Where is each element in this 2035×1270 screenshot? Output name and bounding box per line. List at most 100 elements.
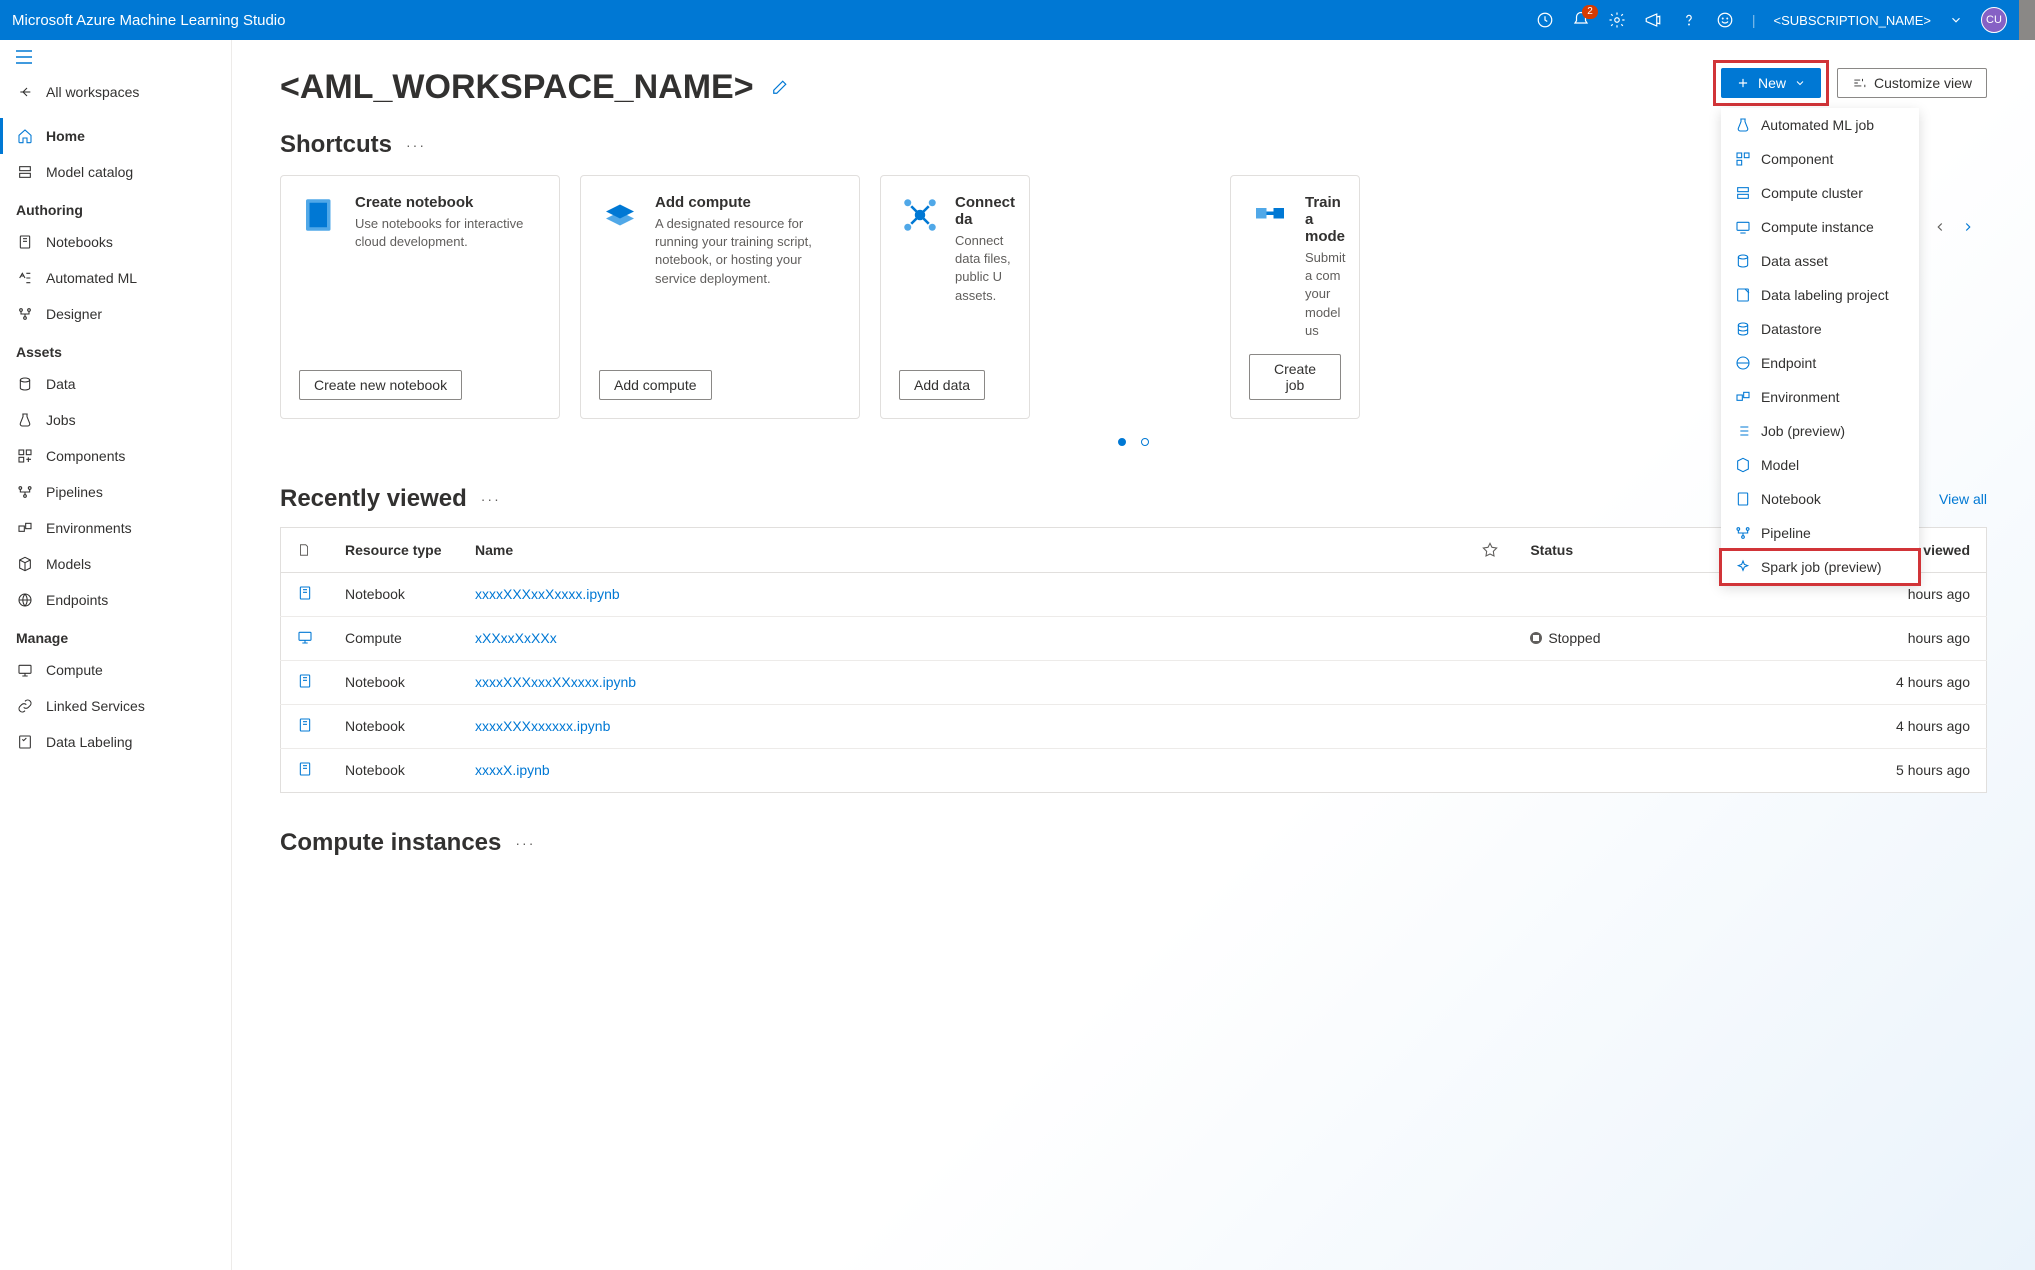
pager-dot-1[interactable] [1118, 438, 1126, 446]
row-type: Notebook [329, 572, 459, 616]
designer-icon [16, 305, 34, 323]
dd-compute-cluster[interactable]: Compute cluster [1721, 176, 1919, 210]
sidebar-data-labeling[interactable]: Data Labeling [0, 724, 231, 760]
grid-icon [1735, 151, 1751, 167]
more-icon[interactable]: ··· [481, 491, 501, 507]
dd-component[interactable]: Component [1721, 142, 1919, 176]
row-status [1514, 572, 1616, 616]
dd-data-labeling-project[interactable]: Data labeling project [1721, 278, 1919, 312]
hamburger-icon[interactable] [0, 40, 231, 74]
add-data-button[interactable]: Add data [899, 370, 985, 400]
sidebar-section-authoring: Authoring [0, 190, 231, 224]
create-notebook-button[interactable]: Create new notebook [299, 370, 462, 400]
view-all-link[interactable]: View all [1939, 491, 1987, 507]
arrow-left-icon [16, 83, 34, 101]
dd-spark-job-preview[interactable]: Spark job (preview) [1721, 550, 1919, 584]
sidebar-designer[interactable]: Designer [0, 296, 231, 332]
notebook-card-icon [299, 194, 341, 236]
sidebar-environments[interactable]: Environments [0, 510, 231, 546]
server-icon [1735, 185, 1751, 201]
row-name-link[interactable]: xxxxX.ipynb [475, 762, 550, 778]
dd-compute-instance[interactable]: Compute instance [1721, 210, 1919, 244]
sidebar-models[interactable]: Models [0, 546, 231, 582]
more-icon[interactable]: ··· [406, 137, 426, 153]
dd-datastore[interactable]: Datastore [1721, 312, 1919, 346]
sidebar-components[interactable]: Components [0, 438, 231, 474]
dd-endpoint[interactable]: Endpoint [1721, 346, 1919, 380]
notifications-icon[interactable]: 2 [1572, 11, 1590, 29]
table-row[interactable]: ComputexXXxxXxXXxStoppedhours ago [281, 616, 1987, 660]
top-header: Microsoft Azure Machine Learning Studio … [0, 0, 2035, 40]
create-job-button[interactable]: Create job [1249, 354, 1341, 400]
pager-dot-2[interactable] [1141, 438, 1149, 446]
customize-view-button[interactable]: Customize view [1837, 68, 1987, 98]
dd-notebook[interactable]: Notebook [1721, 482, 1919, 516]
sidebar-notebooks[interactable]: Notebooks [0, 224, 231, 260]
sidebar-data[interactable]: Data [0, 366, 231, 402]
row-name-link[interactable]: xxxxXXXxxxXXxxxx.ipynb [475, 674, 636, 690]
sidebar-section-manage: Manage [0, 618, 231, 652]
dd-environment[interactable]: Environment [1721, 380, 1919, 414]
edit-icon[interactable] [770, 79, 788, 97]
labeling-icon [16, 733, 34, 751]
sidebar-section-assets: Assets [0, 332, 231, 366]
more-icon[interactable]: ··· [515, 835, 535, 851]
sidebar-compute[interactable]: Compute [0, 652, 231, 688]
card-create-notebook: Create notebookUse notebooks for interac… [280, 175, 560, 419]
environments-icon [16, 519, 34, 537]
col-star[interactable] [1466, 527, 1514, 572]
sidebar-home[interactable]: Home [0, 118, 231, 154]
row-name-link[interactable]: xxxxXXXxxxxxx.ipynb [475, 718, 610, 734]
sidebar-endpoints[interactable]: Endpoints [0, 582, 231, 618]
chevron-down-icon[interactable] [1949, 13, 1963, 27]
new-button[interactable]: New [1721, 68, 1821, 98]
row-type: Notebook [329, 748, 459, 792]
row-status: Stopped [1514, 616, 1616, 660]
card-connect-data: Connect daConnect data files, public U a… [880, 175, 1030, 419]
connect-data-card-icon [899, 194, 941, 236]
dd-automated-ml-job[interactable]: Automated ML job [1721, 108, 1919, 142]
row-type-icon [297, 717, 313, 733]
cube-icon [1735, 457, 1751, 473]
add-compute-button[interactable]: Add compute [599, 370, 712, 400]
row-type-icon [297, 585, 313, 601]
sidebar-automated-ml[interactable]: Automated ML [0, 260, 231, 296]
row-name-link[interactable]: xXXxxXxXXx [475, 630, 557, 646]
notification-badge: 2 [1582, 5, 1598, 19]
sidebar-model-catalog[interactable]: Model catalog [0, 154, 231, 190]
row-last-viewed: 4 hours ago [1867, 660, 1987, 704]
col-resource-type[interactable]: Resource type [329, 527, 459, 572]
sidebar-all-workspaces[interactable]: All workspaces [0, 74, 231, 110]
table-row[interactable]: NotebookxxxxXXXxxxxxx.ipynb4 hours ago [281, 704, 1987, 748]
row-status [1514, 660, 1616, 704]
subscription-name[interactable]: <SUBSCRIPTION_NAME> [1774, 13, 1932, 28]
pipelines-icon [16, 483, 34, 501]
row-name-link[interactable]: xxxxXXXxxXxxxx.ipynb [475, 586, 620, 602]
sidebar-jobs[interactable]: Jobs [0, 402, 231, 438]
table-row[interactable]: NotebookxxxxX.ipynb5 hours ago [281, 748, 1987, 792]
dd-pipeline[interactable]: Pipeline [1721, 516, 1919, 550]
monitor-icon [1735, 219, 1751, 235]
dd-job-preview[interactable]: Job (preview) [1721, 414, 1919, 448]
home-icon [16, 127, 34, 145]
table-row[interactable]: NotebookxxxxXXXxxxXXxxxx.ipynb4 hours ag… [281, 660, 1987, 704]
sidebar: All workspaces Home Model catalog Author… [0, 40, 232, 1270]
compute-icon [16, 661, 34, 679]
chevron-right-icon[interactable] [1961, 220, 1975, 234]
sidebar-linked-services[interactable]: Linked Services [0, 688, 231, 724]
chevron-left-icon[interactable] [1933, 220, 1947, 234]
avatar[interactable]: CU [1981, 7, 2007, 33]
dd-data-asset[interactable]: Data asset [1721, 244, 1919, 278]
jobs-icon [16, 411, 34, 429]
card-add-compute: Add computeA designated resource for run… [580, 175, 860, 419]
smile-icon[interactable] [1716, 11, 1734, 29]
col-status[interactable]: Status [1514, 527, 1616, 572]
compute-card-icon [599, 194, 641, 236]
recent-icon[interactable] [1536, 11, 1554, 29]
dd-model[interactable]: Model [1721, 448, 1919, 482]
sidebar-pipelines[interactable]: Pipelines [0, 474, 231, 510]
settings-icon[interactable] [1608, 11, 1626, 29]
feedback-icon[interactable] [1644, 11, 1662, 29]
col-name[interactable]: Name [459, 527, 1466, 572]
help-icon[interactable] [1680, 11, 1698, 29]
